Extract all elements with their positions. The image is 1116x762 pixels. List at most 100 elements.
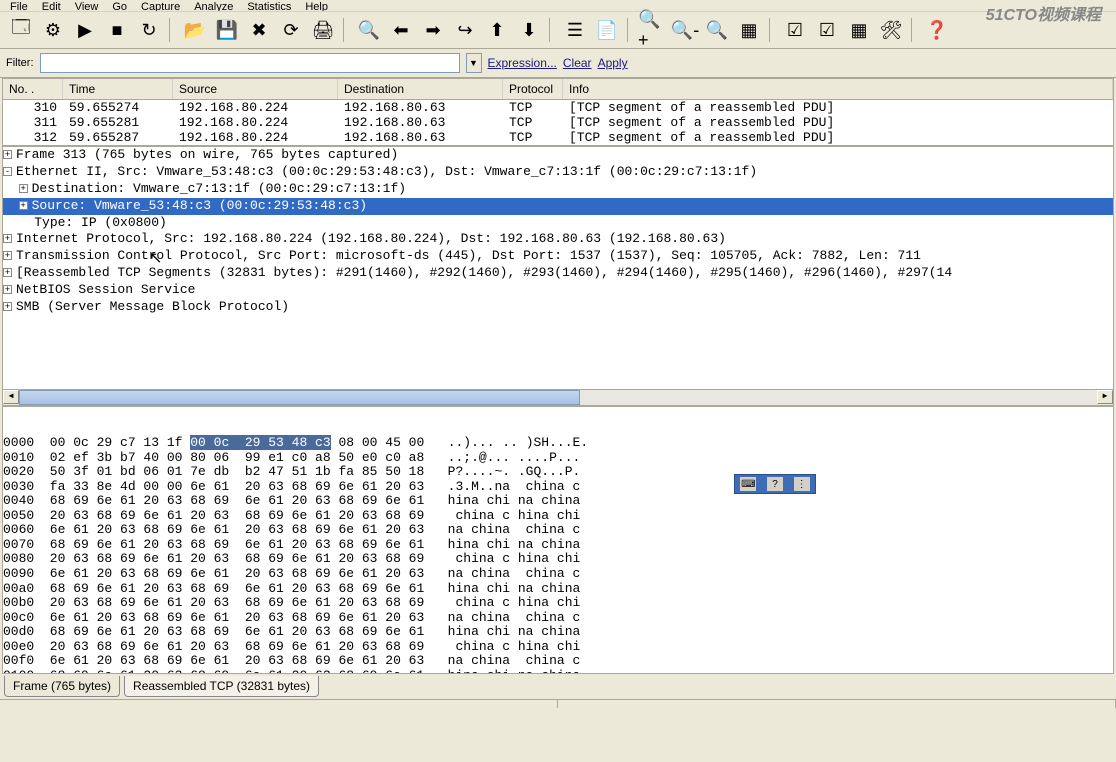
print-button[interactable]: 🖨 xyxy=(308,16,338,44)
options-button[interactable]: ⚙ xyxy=(38,16,68,44)
packet-list-pane[interactable]: No. . Time Source Destination Protocol I… xyxy=(2,78,1114,146)
col-no[interactable]: No. . xyxy=(3,79,63,99)
hex-line[interactable]: 0010 02 ef 3b b7 40 00 80 06 99 e1 c0 a8… xyxy=(3,451,1113,466)
coloring-rules-button[interactable]: ▦ xyxy=(844,16,874,44)
expand-icon[interactable]: + xyxy=(19,201,28,210)
expand-icon[interactable]: + xyxy=(3,302,12,311)
start-capture-button[interactable]: ▶ xyxy=(70,16,100,44)
hex-line[interactable]: 0100 68 69 6e 61 20 63 68 69 6e 61 20 63… xyxy=(3,669,1113,674)
hex-line[interactable]: 00a0 68 69 6e 61 20 63 68 69 6e 61 20 63… xyxy=(3,582,1113,597)
tree-smb[interactable]: +SMB (Server Message Block Protocol) xyxy=(3,299,1113,316)
packet-row[interactable]: 31059.655274192.168.80.224192.168.80.63T… xyxy=(3,100,1113,115)
col-protocol[interactable]: Protocol xyxy=(503,79,563,99)
zoom-in-button[interactable]: 🔍+ xyxy=(638,16,668,44)
filter-input[interactable] xyxy=(40,53,460,73)
goto-button[interactable]: ↪ xyxy=(450,16,480,44)
goto-first-button[interactable]: ⬆ xyxy=(482,16,512,44)
packet-row[interactable]: 31159.655281192.168.80.224192.168.80.63T… xyxy=(3,115,1113,130)
hex-line[interactable]: 0060 6e 61 20 63 68 69 6e 61 20 63 68 69… xyxy=(3,523,1113,538)
menu-view[interactable]: View xyxy=(69,1,105,10)
expand-icon[interactable]: + xyxy=(3,251,12,260)
scroll-right-icon[interactable]: ▶ xyxy=(1097,390,1113,404)
ime-options-icon[interactable]: ⋮ xyxy=(794,477,810,491)
zoom-100-button[interactable]: 🔍 xyxy=(702,16,732,44)
menu-help[interactable]: Help xyxy=(299,1,334,10)
expand-icon[interactable]: + xyxy=(3,285,12,294)
col-source[interactable]: Source xyxy=(173,79,338,99)
tab-frame[interactable]: Frame (765 bytes) xyxy=(4,676,120,697)
menu-capture[interactable]: Capture xyxy=(135,1,186,10)
hex-line[interactable]: 00b0 20 63 68 69 6e 61 20 63 68 69 6e 61… xyxy=(3,596,1113,611)
hex-line[interactable]: 00e0 20 63 68 69 6e 61 20 63 68 69 6e 61… xyxy=(3,640,1113,655)
autoscroll-button[interactable]: 📄 xyxy=(592,16,622,44)
scroll-thumb[interactable] xyxy=(19,390,580,405)
hex-line[interactable]: 00f0 6e 61 20 63 68 69 6e 61 20 63 68 69… xyxy=(3,654,1113,669)
packet-details-pane[interactable]: +Frame 313 (765 bytes on wire, 765 bytes… xyxy=(2,146,1114,406)
resize-cols-button[interactable]: ▦ xyxy=(734,16,764,44)
ime-toolbar[interactable]: ⌨ ? ⋮ xyxy=(734,474,816,494)
tree-tcp[interactable]: +Transmission Control Protocol, Src Port… xyxy=(3,248,1113,265)
tree-ip[interactable]: +Internet Protocol, Src: 192.168.80.224 … xyxy=(3,231,1113,248)
forward-button[interactable]: ➡ xyxy=(418,16,448,44)
hex-line[interactable]: 00c0 6e 61 20 63 68 69 6e 61 20 63 68 69… xyxy=(3,611,1113,626)
hex-line[interactable]: 0030 fa 33 8e 4d 00 00 6e 61 20 63 68 69… xyxy=(3,480,1113,495)
help-button[interactable]: ❓ xyxy=(922,16,952,44)
menu-edit[interactable]: Edit xyxy=(36,1,67,10)
stop-capture-button[interactable]: ■ xyxy=(102,16,132,44)
hex-line[interactable]: 0000 00 0c 29 c7 13 1f 00 0c 29 53 48 c3… xyxy=(3,436,1113,451)
restart-capture-button[interactable]: ↻ xyxy=(134,16,164,44)
filter-dropdown[interactable]: ▼ xyxy=(466,53,482,73)
col-time[interactable]: Time xyxy=(63,79,173,99)
hex-line[interactable]: 0080 20 63 68 69 6e 61 20 63 68 69 6e 61… xyxy=(3,552,1113,567)
zoom-out-button[interactable]: 🔍- xyxy=(670,16,700,44)
reload-button[interactable]: ⟳ xyxy=(276,16,306,44)
ime-keyboard-icon[interactable]: ⌨ xyxy=(740,477,756,491)
hex-line[interactable]: 0070 68 69 6e 61 20 63 68 69 6e 61 20 63… xyxy=(3,538,1113,553)
tree-reassembled[interactable]: +[Reassembled TCP Segments (32831 bytes)… xyxy=(3,265,1113,282)
apply-link[interactable]: Apply xyxy=(598,56,628,70)
capture-filters-button[interactable]: ☑ xyxy=(780,16,810,44)
scroll-track[interactable] xyxy=(19,390,1097,405)
display-filters-button[interactable]: ☑ xyxy=(812,16,842,44)
tree-ethernet[interactable]: -Ethernet II, Src: Vmware_53:48:c3 (00:0… xyxy=(3,164,1113,181)
ime-help-icon[interactable]: ? xyxy=(767,477,783,491)
goto-last-button[interactable]: ⬇ xyxy=(514,16,544,44)
expand-icon[interactable]: + xyxy=(3,150,12,159)
menu-statistics[interactable]: Statistics xyxy=(241,1,297,10)
details-h-scrollbar[interactable]: ◀ ▶ xyxy=(3,389,1113,405)
hex-line[interactable]: 0090 6e 61 20 63 68 69 6e 61 20 63 68 69… xyxy=(3,567,1113,582)
tab-reassembled[interactable]: Reassembled TCP (32831 bytes) xyxy=(124,676,319,697)
hex-line[interactable]: 0050 20 63 68 69 6e 61 20 63 68 69 6e 61… xyxy=(3,509,1113,524)
expand-icon[interactable]: + xyxy=(19,184,28,193)
clear-link[interactable]: Clear xyxy=(563,56,592,70)
hex-line[interactable]: 00d0 68 69 6e 61 20 63 68 69 6e 61 20 63… xyxy=(3,625,1113,640)
col-info[interactable]: Info xyxy=(563,79,1113,99)
menu-file[interactable]: File xyxy=(4,1,34,10)
tree-source-selected[interactable]: +Source: Vmware_53:48:c3 (00:0c:29:53:48… xyxy=(3,198,1113,215)
colorize-button[interactable]: ☰ xyxy=(560,16,590,44)
find-button[interactable]: 🔍 xyxy=(354,16,384,44)
tree-destination[interactable]: +Destination: Vmware_c7:13:1f (00:0c:29:… xyxy=(3,181,1113,198)
scroll-left-icon[interactable]: ◀ xyxy=(3,390,19,404)
packet-bytes-pane[interactable]: 0000 00 0c 29 c7 13 1f 00 0c 29 53 48 c3… xyxy=(2,406,1114,674)
expression-link[interactable]: Expression... xyxy=(488,56,557,70)
back-button[interactable]: ⬅ xyxy=(386,16,416,44)
expand-icon[interactable]: + xyxy=(3,234,12,243)
tree-frame[interactable]: +Frame 313 (765 bytes on wire, 765 bytes… xyxy=(3,147,1113,164)
packet-row[interactable]: 31259.655287192.168.80.224192.168.80.63T… xyxy=(3,130,1113,145)
menu-analyze[interactable]: Analyze xyxy=(188,1,239,10)
interfaces-button[interactable]: 🗔 xyxy=(6,16,36,44)
hex-line[interactable]: 0040 68 69 6e 61 20 63 68 69 6e 61 20 63… xyxy=(3,494,1113,509)
main-toolbar: 🗔 ⚙ ▶ ■ ↻ 📂 💾 ✖ ⟳ 🖨 🔍 ⬅ ➡ ↪ ⬆ ⬇ ☰ 📄 🔍+ 🔍… xyxy=(0,12,1116,49)
tree-netbios[interactable]: +NetBIOS Session Service xyxy=(3,282,1113,299)
preferences-button[interactable]: 🛠 xyxy=(876,16,906,44)
hex-line[interactable]: 0020 50 3f 01 bd 06 01 7e db b2 47 51 1b… xyxy=(3,465,1113,480)
expand-icon[interactable]: + xyxy=(3,268,12,277)
open-button[interactable]: 📂 xyxy=(180,16,210,44)
save-button[interactable]: 💾 xyxy=(212,16,242,44)
tree-type[interactable]: Type: IP (0x0800) xyxy=(3,215,1113,232)
col-destination[interactable]: Destination xyxy=(338,79,503,99)
menu-go[interactable]: Go xyxy=(106,1,133,10)
collapse-icon[interactable]: - xyxy=(3,167,12,176)
close-button[interactable]: ✖ xyxy=(244,16,274,44)
